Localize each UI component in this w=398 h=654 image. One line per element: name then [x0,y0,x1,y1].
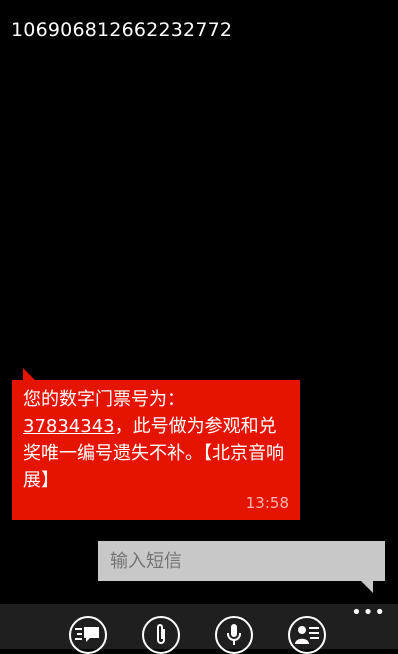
message-bubble[interactable]: 您的数字门票号为： 37834343，此号做为参观和兑奖唯一编号遗失不补。【北京音… [12,368,300,520]
attach-button[interactable] [142,616,180,654]
ticket-number-link[interactable]: 37834343 [23,416,115,437]
message-input[interactable] [108,549,375,573]
message-time: 13:58 [245,494,289,512]
more-options-button[interactable]: ••• [351,604,386,622]
app-bar: ••• [0,604,398,654]
switch-button[interactable] [69,616,107,654]
attach-icon [157,624,165,644]
compose-box[interactable] [98,541,385,593]
message-text-before: 您的数字门票号为： [23,389,185,410]
voice-button[interactable] [215,616,253,654]
contact-card-icon [295,626,319,644]
conversation-title: 106906812662232772 [11,19,233,41]
contact-button[interactable] [288,616,326,654]
message-text: 您的数字门票号为： 37834343，此号做为参观和兑奖唯一编号遗失不补。【北京音… [23,386,291,494]
microphone-icon [227,624,241,645]
switch-chat-icon [75,627,99,642]
